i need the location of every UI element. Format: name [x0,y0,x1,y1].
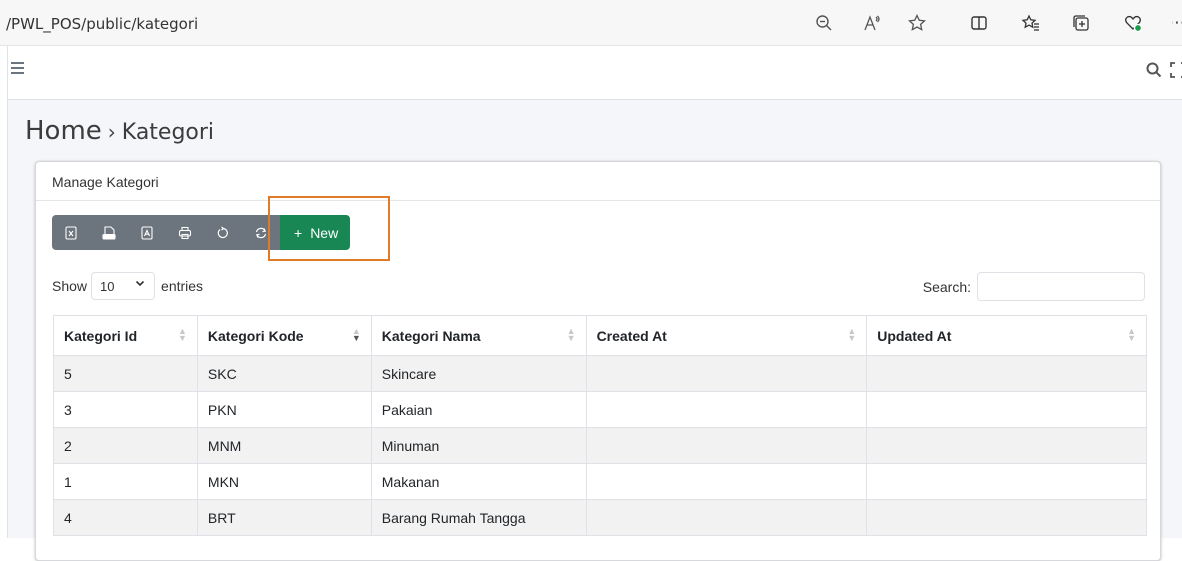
cell-kategori-kode: SKC [197,355,372,392]
cell-kategori-id: 5 [53,355,198,392]
table-row: 3 PKN Pakaian [53,391,1147,428]
table-header-row: Kategori Id ▲ ▼ Kategori Kode ▲ ▼ Kategori N… [53,315,1147,356]
cell-updated-at [866,391,1147,428]
cell-kategori-nama: Minuman [371,427,587,464]
table-row: 2 MNM Minuman [53,427,1147,464]
cell-kategori-kode: BRT [197,499,372,536]
cell-updated-at [866,427,1147,464]
sort-icon: ▲ ▼ [566,326,576,343]
top-navbar [8,46,1182,100]
favorites-list-icon[interactable] [1020,12,1042,34]
more-options-icon[interactable]: ⋯ [1172,12,1182,34]
cell-created-at [586,499,868,536]
column-header-kategori-kode[interactable]: Kategori Kode ▲ ▼ [197,315,372,356]
cell-updated-at [866,355,1147,392]
print-button[interactable] [166,215,204,250]
cell-kategori-kode: PKN [197,391,372,428]
column-header-updated-at[interactable]: Updated At ▲ ▼ [866,315,1147,356]
fullscreen-icon[interactable] [1169,61,1182,79]
cell-kategori-nama: Makanan [371,463,587,500]
cell-kategori-id: 3 [53,391,198,428]
export-excel-button[interactable] [52,215,90,250]
kategori-card: Manage Kategori + New Show 10 entries Se… [35,161,1161,561]
excel-icon [65,225,77,240]
cell-kategori-nama: Barang Rumah Tangga [371,499,587,536]
page-title: Home › Kategori [25,116,214,146]
refresh-button[interactable] [242,215,280,250]
column-header-created-at[interactable]: Created At ▲ ▼ [586,315,868,356]
browser-toolbar: /PWL_POS/public/kategori ⋯ [0,0,1182,46]
entries-label: entries [161,278,204,294]
browser-essentials-icon[interactable] [1122,12,1144,34]
print-icon [178,226,192,239]
show-label: Show [52,278,88,294]
split-screen-icon[interactable] [968,12,990,34]
column-header-kategori-nama[interactable]: Kategori Nama ▲ ▼ [371,315,587,356]
cell-kategori-nama: Pakaian [371,391,587,428]
breadcrumb-home[interactable]: Home [25,116,102,146]
read-aloud-icon[interactable] [861,12,883,34]
cell-created-at [586,355,868,392]
reload-button[interactable] [204,215,242,250]
cell-kategori-kode: MKN [197,463,372,500]
collections-icon[interactable] [1070,12,1092,34]
table-search: Search: [923,272,1145,301]
breadcrumb-current: Kategori [121,120,215,145]
table-row: 5 SKC Skincare [53,355,1147,392]
table-row: 4 BRT Barang Rumah Tangga [53,499,1147,536]
table-row: 1 MKN Makanan [53,463,1147,500]
cell-created-at [586,391,868,428]
breadcrumb-separator: › [107,120,116,144]
sort-icon: ▲ ▼ [1127,326,1136,343]
cell-kategori-nama: Skincare [371,355,587,392]
cell-created-at [586,427,868,464]
new-button[interactable]: + New [280,215,351,250]
refresh-icon [255,227,267,238]
search-input[interactable] [977,272,1145,301]
sort-desc-icon: ▲ ▼ [351,326,361,343]
address-url[interactable]: /PWL_POS/public/kategori [6,15,198,33]
cell-kategori-kode: MNM [197,427,372,464]
export-pdf-button[interactable] [128,215,166,250]
hamburger-menu-icon[interactable] [11,62,27,78]
new-button-label: New [310,224,339,241]
sort-icon: ▲ ▼ [177,326,187,343]
page-length-control: Show 10 entries [52,272,203,300]
cell-kategori-id: 2 [53,427,198,464]
cell-kategori-id: 4 [53,499,198,536]
cell-updated-at [866,499,1147,536]
search-icon[interactable] [1145,61,1163,79]
column-header-kategori-id[interactable]: Kategori Id ▲ ▼ [53,315,198,356]
kategori-table: Kategori Id ▲ ▼ Kategori Kode ▲ ▼ Kategori N… [53,315,1147,536]
zoom-out-icon[interactable] [813,12,835,34]
export-toolbar: + New [52,215,351,250]
csv-icon [102,225,116,240]
favorite-star-icon[interactable] [906,12,928,34]
card-title: Manage Kategori [36,162,1160,201]
page-length-select[interactable]: 10 [91,272,156,300]
cell-created-at [586,463,868,500]
cell-kategori-id: 1 [53,463,198,500]
app-container: Home › Kategori Manage Kategori + New Sh… [7,46,1182,561]
search-label: Search: [922,278,971,295]
cell-updated-at [866,463,1147,500]
reload-icon [217,226,228,238]
plus-icon: + [294,224,303,241]
export-csv-button[interactable] [90,215,128,250]
sort-icon: ▲ ▼ [847,326,857,343]
pdf-icon [141,225,153,240]
